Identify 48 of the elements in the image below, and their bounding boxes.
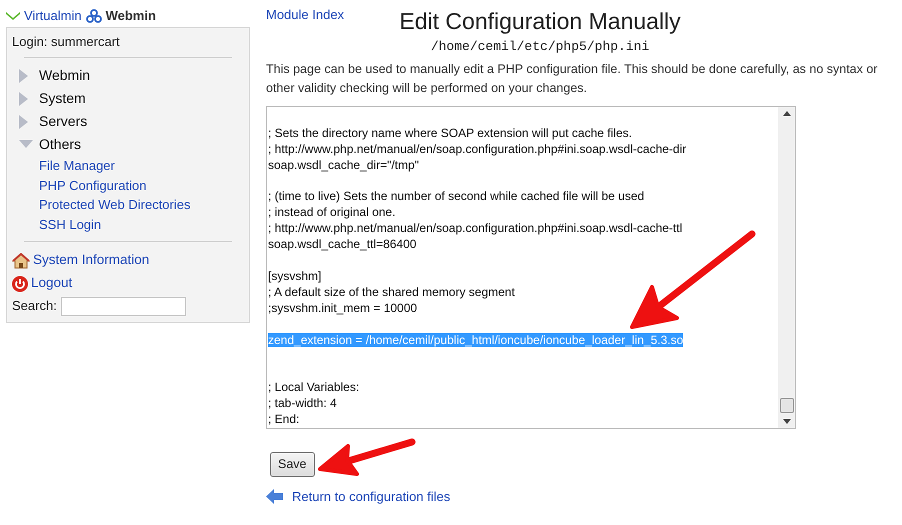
code-line: ; A default size of the shared memory segment xyxy=(268,285,515,300)
code-line: [sysvshm] xyxy=(268,269,322,284)
module-index-link[interactable]: Module Index xyxy=(266,6,344,24)
module-link[interactable]: PHP Configuration xyxy=(39,176,146,195)
collapsed-triangle-icon[interactable] xyxy=(19,114,28,128)
category-label[interactable]: Servers xyxy=(39,111,88,132)
module-link[interactable]: Protected Web Directories xyxy=(39,195,190,214)
checkmark-icon xyxy=(6,12,20,20)
sidebar-link[interactable]: System Information xyxy=(33,250,150,271)
code-line: ; End: xyxy=(268,412,300,426)
module-link[interactable]: SSH Login xyxy=(39,214,102,234)
config-editor[interactable] xyxy=(266,106,796,428)
virtualmin-link[interactable]: Virtualmin xyxy=(24,6,82,26)
search-field[interactable] xyxy=(60,296,186,316)
description-text: This page can be used to manually edit a PHP configuration file. This should be done carefully, as no syntax or other validity checking will be performed on your changes. xyxy=(266,60,878,97)
webmin-title: Webmin xyxy=(106,7,156,26)
code-line: ; (time to live) Sets the number of second while cached file will be used xyxy=(268,189,644,204)
collapsed-triangle-icon[interactable] xyxy=(19,68,28,82)
code-line: soap.wsdl_cache_ttl=86400 xyxy=(268,237,416,252)
page-title: Edit Configuration Manually xyxy=(399,7,681,35)
collapsed-triangle-icon[interactable] xyxy=(19,92,28,106)
file-path: /home/cemil/etc/php5/php.ini xyxy=(430,38,650,56)
code-line: soap.wsdl_cache_dir="/tmp" xyxy=(268,158,419,172)
code-line: ; Local Variables: xyxy=(268,380,360,394)
login-text: Login: summercart xyxy=(12,33,121,51)
house-icon xyxy=(12,252,30,268)
scroll-thumb[interactable] xyxy=(780,398,794,412)
category-label[interactable]: Webmin xyxy=(39,65,90,86)
code-line: ; Sets the directory name where SOAP extension will put cache files. xyxy=(268,126,632,140)
save-button[interactable]: Save xyxy=(270,452,314,476)
scroll-down-icon[interactable] xyxy=(782,418,790,424)
power-icon xyxy=(12,276,28,292)
code-line: ; instead of original one. xyxy=(268,205,396,220)
back-arrow-icon xyxy=(266,489,283,504)
code-line: ; http://www.php.net/manual/en/soap.configuration.php#ini.soap.wsdl-cache-dir xyxy=(268,142,686,156)
sidebar-link[interactable]: Logout xyxy=(31,273,72,294)
code-line: ; tab-width: 4 xyxy=(268,396,337,410)
scrollbar[interactable] xyxy=(778,106,795,428)
category-label[interactable]: Others xyxy=(39,134,82,155)
module-link[interactable]: File Manager xyxy=(39,156,115,176)
code-line: ;sysvshm.init_mem = 10000 xyxy=(268,301,418,316)
webmin-logo-icon xyxy=(86,9,102,23)
search-label: Search: xyxy=(12,297,57,316)
code-line: ; http://www.php.net/manual/en/soap.configuration.php#ini.soap.wsdl-cache-ttl xyxy=(268,221,682,236)
expanded-triangle-icon[interactable] xyxy=(19,140,33,150)
category-label[interactable]: System xyxy=(39,88,86,109)
return-link[interactable]: Return to configuration files xyxy=(292,486,450,506)
scroll-up-icon[interactable] xyxy=(782,110,790,116)
